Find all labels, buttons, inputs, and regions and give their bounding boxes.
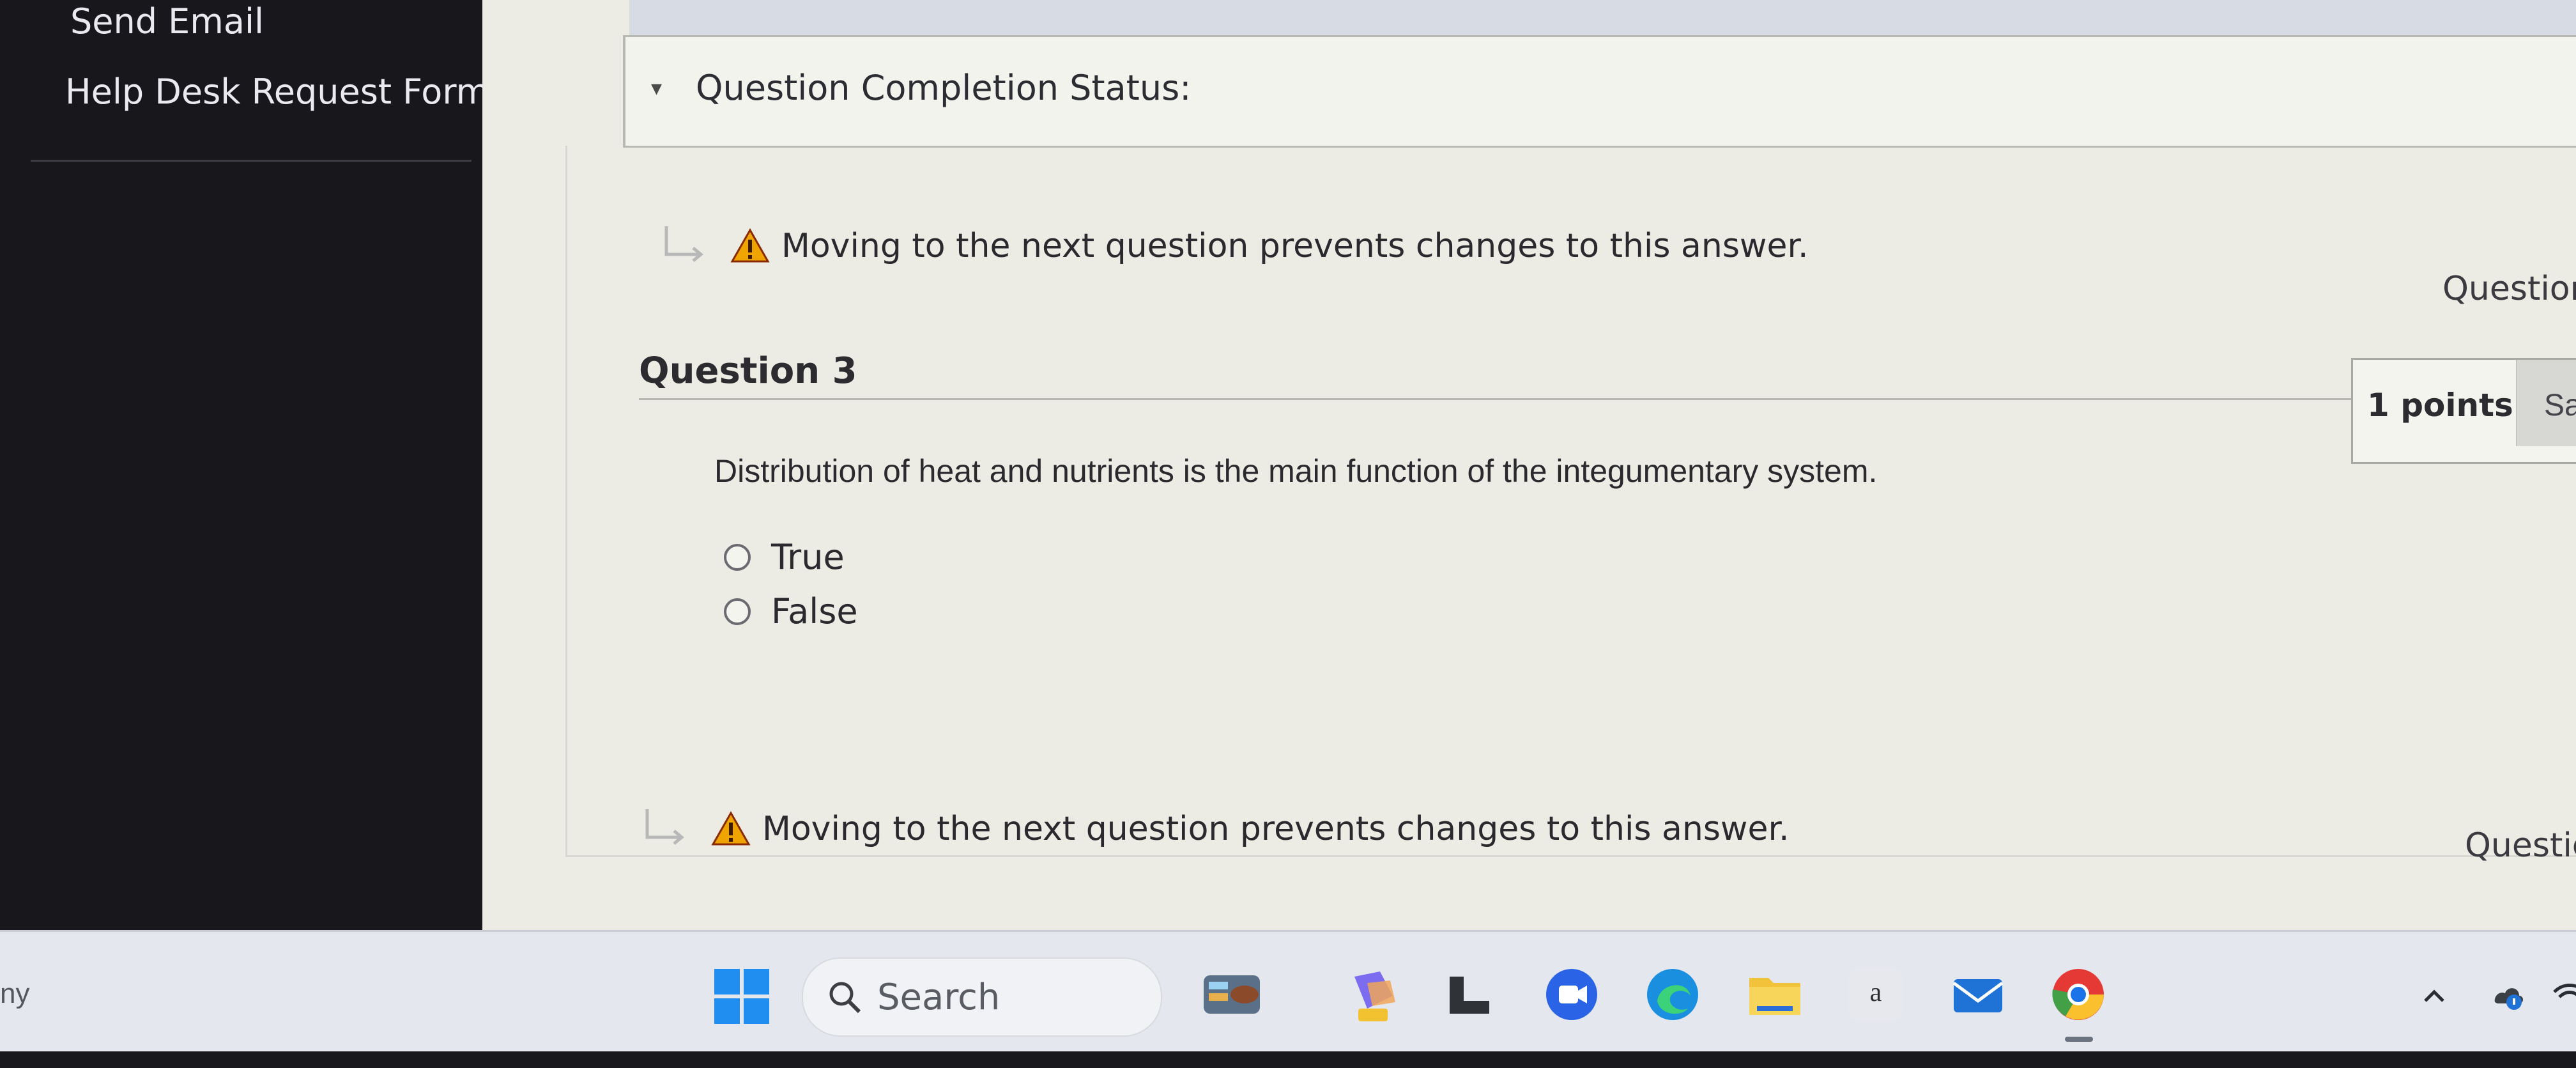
save-answer-button[interactable]: Sa	[2516, 360, 2576, 446]
question-nav-link[interactable]: Question	[2442, 270, 2576, 308]
file-explorer-icon[interactable]	[1744, 964, 1805, 1025]
warning-row-top: Moving to the next question prevents cha…	[660, 224, 1809, 268]
option-true-label: True	[771, 537, 845, 577]
chevron-up-icon[interactable]	[2415, 977, 2453, 1015]
chrome-icon[interactable]	[2048, 964, 2109, 1025]
warning-row-bottom: Moving to the next question prevents cha…	[641, 807, 1790, 851]
amazon-icon[interactable]: a	[1845, 964, 1906, 1025]
question-text: Distribution of heat and nutrients is th…	[714, 453, 1878, 489]
wifi-icon[interactable]	[2550, 977, 2576, 1015]
question-completion-status-bar[interactable]: ▾ Question Completion Status:	[623, 35, 2576, 148]
radio-false[interactable]	[724, 598, 751, 625]
windows-start-icon[interactable]	[714, 969, 769, 1024]
file-icon[interactable]	[1441, 964, 1502, 1025]
save-answer-label: Sa	[2544, 389, 2576, 422]
radio-true[interactable]	[724, 543, 751, 571]
taskbar-search-box[interactable]: Search	[802, 957, 1162, 1037]
taskbar-left-text: ny	[0, 978, 30, 1009]
teams-icon[interactable]	[1541, 964, 1602, 1025]
help-desk-request-form-link[interactable]: Help Desk Request Form	[65, 72, 489, 112]
search-icon	[829, 982, 861, 1014]
sidebar: Send Email Help Desk Request Form	[0, 0, 489, 930]
question-title: Question 3	[639, 350, 857, 392]
chevron-down-icon[interactable]: ▾	[651, 75, 662, 101]
chrome-active-indicator	[2065, 1037, 2093, 1042]
points-label: 1 points	[2367, 387, 2513, 424]
svg-text:a: a	[1870, 978, 1882, 1007]
edge-icon[interactable]	[1642, 964, 1703, 1025]
warning-text: Moving to the next question prevents cha…	[781, 227, 1809, 265]
arrow-turn-right-icon	[645, 809, 684, 845]
taskbar: ny Search a	[0, 930, 2576, 1053]
onedrive-icon[interactable]	[2488, 977, 2527, 1015]
option-false-label: False	[771, 591, 858, 631]
send-email-link[interactable]: Send Email	[70, 1, 264, 42]
copilot-icon[interactable]	[1342, 964, 1403, 1025]
warning-icon	[730, 228, 770, 263]
mail-icon[interactable]	[1947, 964, 2009, 1025]
arrow-turn-right-icon	[664, 226, 703, 262]
points-box: 1 points Sa	[2351, 358, 2576, 464]
question-title-rule	[639, 398, 2351, 400]
widgets-icon[interactable]	[1201, 964, 1262, 1025]
sidebar-divider	[31, 160, 471, 162]
question-nav-link-bottom[interactable]: Questic	[2465, 826, 2576, 865]
warning-icon	[711, 811, 751, 846]
screen-bezel	[0, 1051, 2576, 1068]
option-true[interactable]: True	[724, 537, 845, 577]
option-false[interactable]: False	[724, 591, 858, 631]
warning-text-bottom: Moving to the next question prevents cha…	[762, 810, 1790, 848]
question-completion-status-label: Question Completion Status:	[696, 68, 1192, 108]
main-content: ▾ Question Completion Status: Moving to …	[482, 0, 2576, 930]
top-strip	[629, 0, 2576, 35]
search-label: Search	[877, 976, 1000, 1018]
